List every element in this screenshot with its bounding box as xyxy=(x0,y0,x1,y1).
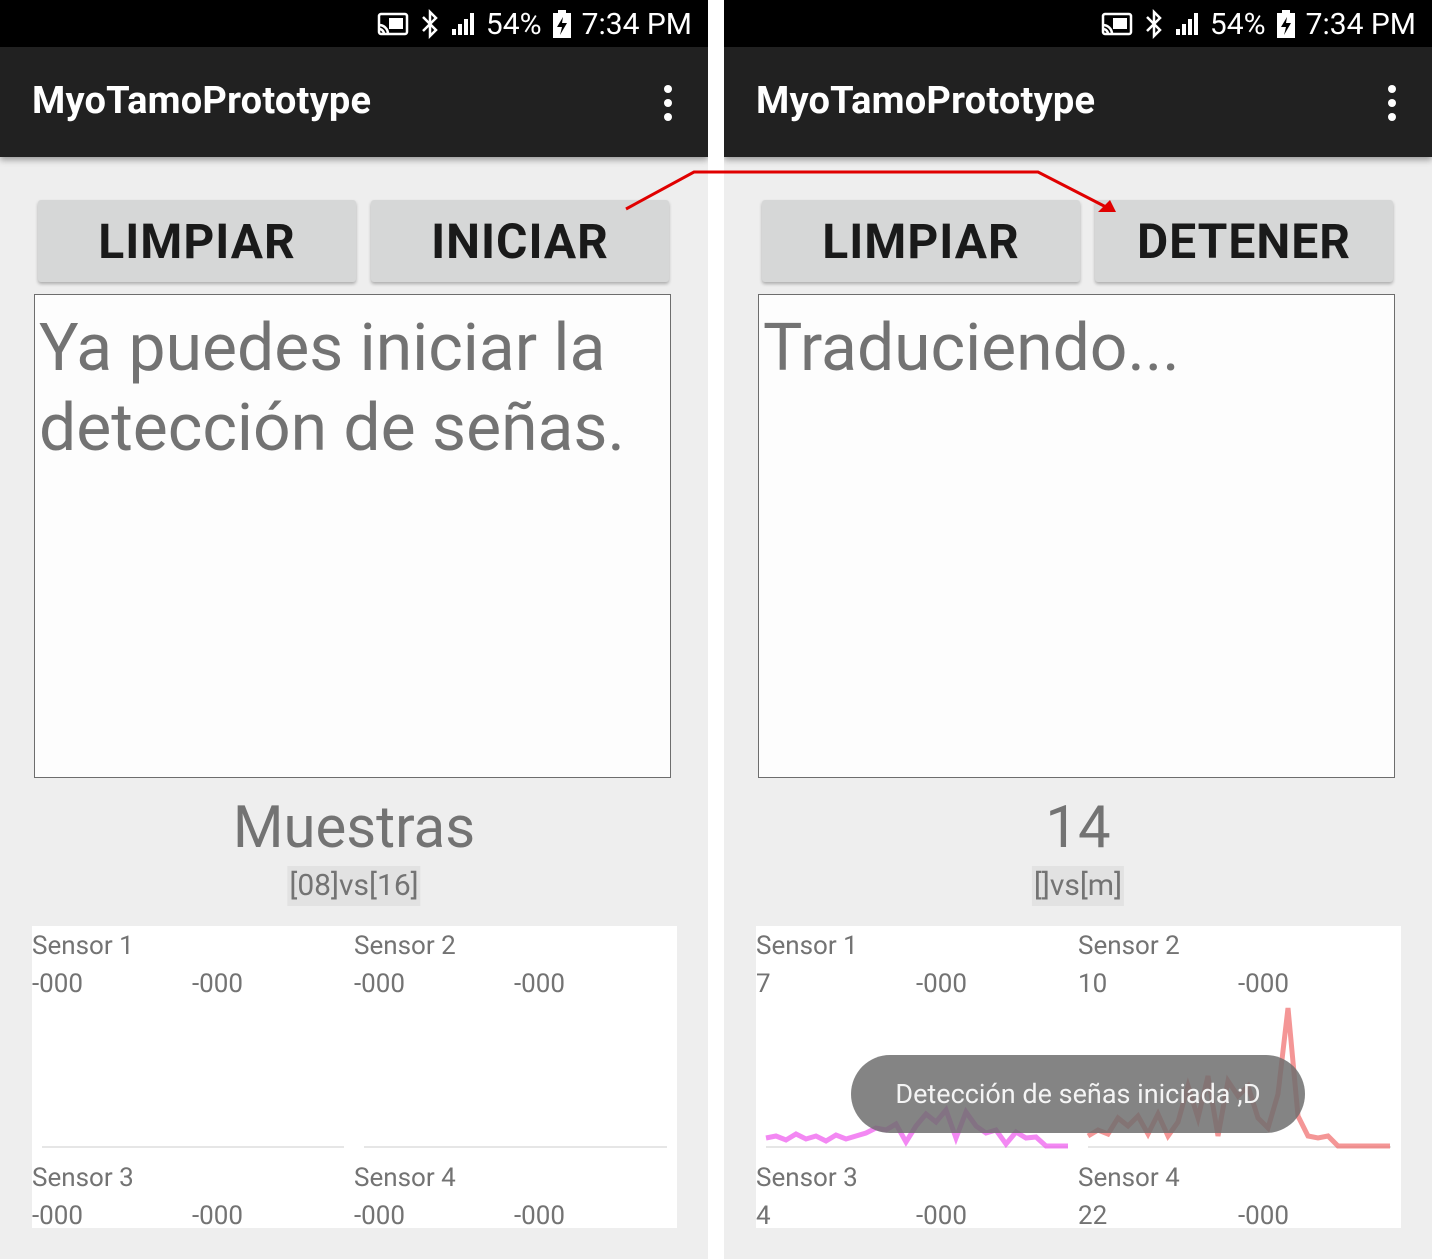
screen-after: 54% 7:34 PM MyoTamoPrototype LIMPIAR DET… xyxy=(724,0,1432,1259)
app-bar: MyoTamoPrototype xyxy=(0,47,708,157)
battery-charging-icon xyxy=(1276,9,1296,39)
sensor-title: Sensor 3 xyxy=(32,1163,134,1193)
translation-output: Traduciendo... xyxy=(758,294,1395,778)
overflow-menu-icon[interactable] xyxy=(662,85,674,125)
clock: 7:34 PM xyxy=(1305,6,1416,42)
sensor-value: -000 xyxy=(1238,1201,1290,1231)
sensor-title: Sensor 2 xyxy=(354,931,456,961)
sensor-title: Sensor 4 xyxy=(1078,1163,1180,1193)
sensor-2: Sensor 2 -000 -000 xyxy=(354,926,674,1076)
sensor-title: Sensor 2 xyxy=(1078,931,1180,961)
battery-charging-icon xyxy=(552,9,572,39)
sensor-value: -000 xyxy=(192,1201,244,1231)
samples-count: 14 xyxy=(1045,794,1111,862)
stop-button[interactable]: DETENER xyxy=(1095,200,1393,282)
sensor-value: -000 xyxy=(354,969,406,999)
sensor-title: Sensor 4 xyxy=(354,1163,456,1193)
sensor-3: Sensor 3 4 -000 xyxy=(756,1158,1076,1259)
start-button[interactable]: INICIAR xyxy=(371,200,669,282)
clear-button[interactable]: LIMPIAR xyxy=(38,200,356,282)
graph-baseline xyxy=(364,1146,667,1148)
cast-icon xyxy=(1100,11,1134,37)
sensor-panel: Sensor 1 -000 -000 Sensor 2 -000 -000 Se… xyxy=(32,926,677,1231)
app-title: MyoTamoPrototype xyxy=(756,79,1096,123)
overflow-menu-icon[interactable] xyxy=(1386,85,1398,125)
signal-icon xyxy=(450,11,476,37)
sensor-value: -000 xyxy=(32,1201,84,1231)
cast-icon xyxy=(376,11,410,37)
clock: 7:34 PM xyxy=(581,6,692,42)
comparison-label: []vs[m] xyxy=(1031,866,1125,906)
app-bar: MyoTamoPrototype xyxy=(724,47,1432,157)
app-title: MyoTamoPrototype xyxy=(32,79,372,123)
sensor-value: -000 xyxy=(514,1201,566,1231)
sensor-title: Sensor 3 xyxy=(756,1163,858,1193)
screen-before: 54% 7:34 PM MyoTamoPrototype LIMPIAR INI… xyxy=(0,0,708,1259)
comparison-label: [08]vs[16] xyxy=(287,866,421,906)
sensor-value: -000 xyxy=(916,1201,968,1231)
bluetooth-icon xyxy=(420,9,440,39)
sensor-value: 22 xyxy=(1078,1201,1108,1231)
bluetooth-icon xyxy=(1144,9,1164,39)
status-bar: 54% 7:34 PM xyxy=(724,0,1432,47)
sensor-4: Sensor 4 -000 -000 xyxy=(354,1158,674,1259)
sensor-title: Sensor 1 xyxy=(32,931,134,961)
battery-percent: 54% xyxy=(485,6,542,42)
sensor-value: 4 xyxy=(756,1201,771,1231)
battery-percent: 54% xyxy=(1209,6,1266,42)
sensor-value: -000 xyxy=(514,969,566,999)
status-bar: 54% 7:34 PM xyxy=(0,0,708,47)
sensor-4: Sensor 4 22 -000 xyxy=(1078,1158,1398,1259)
clear-button[interactable]: LIMPIAR xyxy=(762,200,1080,282)
sensor-1: Sensor 1 -000 -000 xyxy=(32,926,352,1076)
toast-message: Detección de señas iniciada ;D xyxy=(851,1055,1305,1133)
graph-baseline xyxy=(42,1146,344,1148)
sensor-value: -000 xyxy=(192,969,244,999)
sensor-title: Sensor 1 xyxy=(756,931,858,961)
translation-output: Ya puedes iniciar la detección de señas. xyxy=(34,294,671,778)
signal-icon xyxy=(1174,11,1200,37)
sensor-value: -000 xyxy=(32,969,84,999)
sensor-3: Sensor 3 -000 -000 xyxy=(32,1158,352,1259)
sensor-value: -000 xyxy=(354,1201,406,1231)
samples-label: Muestras xyxy=(232,794,476,862)
